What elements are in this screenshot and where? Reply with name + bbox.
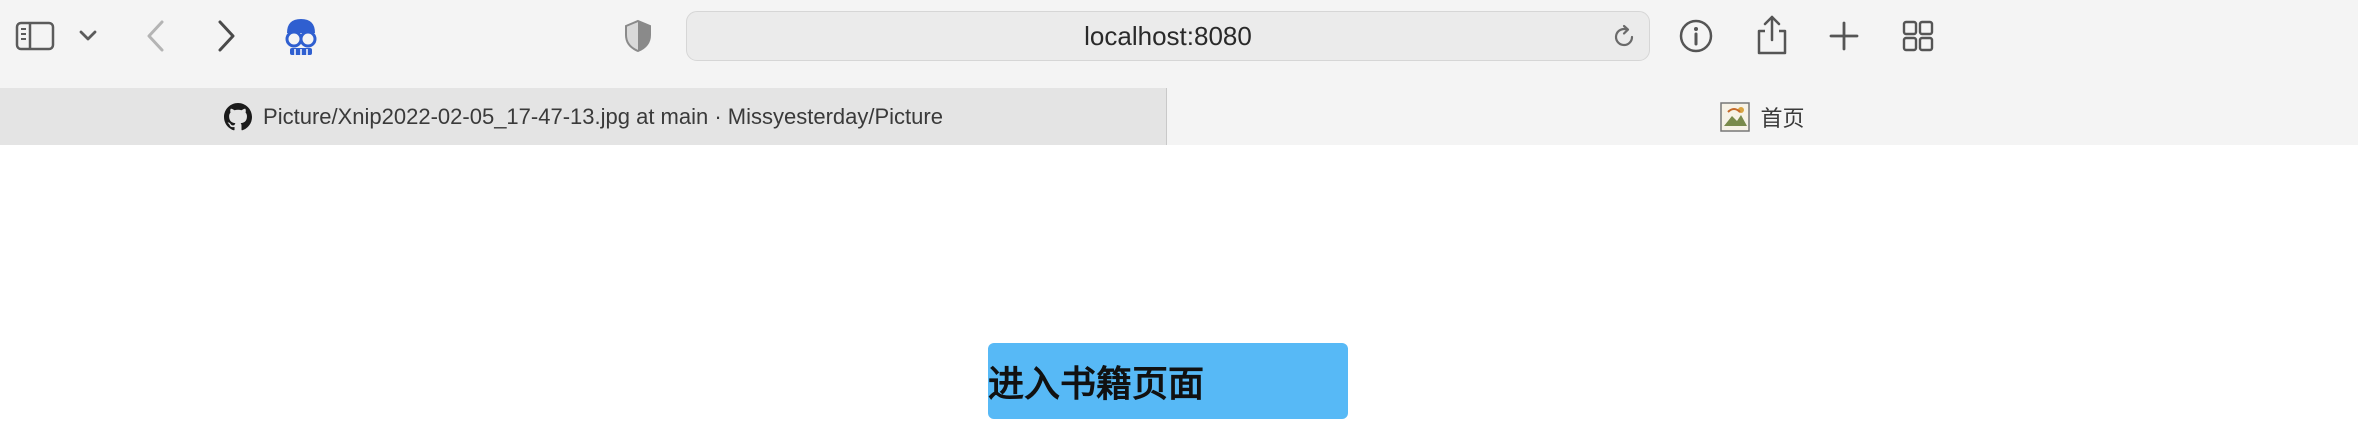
enter-books-page-button[interactable]: 进入书籍页面 [988, 343, 1348, 419]
page-favicon-icon [1720, 101, 1751, 132]
tab-github-picture[interactable]: Picture/Xnip2022-02-05_17-47-13.jpg at m… [0, 88, 1167, 145]
info-icon[interactable] [1676, 16, 1716, 56]
tab-title: 首页 [1760, 105, 1805, 131]
address-text[interactable]: localhost:8080 [687, 12, 1649, 60]
forward-arrow-icon[interactable] [212, 16, 242, 56]
extension-mascot-icon[interactable] [280, 14, 322, 58]
tab-title: Picture/Xnip2022-02-05_17-47-13.jpg at m… [263, 103, 943, 129]
plus-icon[interactable] [1826, 18, 1862, 54]
back-arrow-icon[interactable] [140, 16, 170, 56]
browser-toolbar: localhost:8080 [0, 0, 2358, 88]
tab-home[interactable]: 首页 [1167, 88, 2358, 145]
share-icon[interactable] [1752, 12, 1792, 58]
tab-bar: Picture/Xnip2022-02-05_17-47-13.jpg at m… [0, 88, 2358, 145]
sidebar-icon[interactable] [14, 18, 56, 54]
chevron-down-icon[interactable] [76, 26, 100, 46]
grid-icon[interactable] [1900, 18, 1936, 54]
address-bar[interactable]: localhost:8080 [686, 11, 1650, 61]
shield-icon[interactable] [622, 16, 654, 56]
reload-icon[interactable] [1609, 22, 1639, 52]
github-icon [223, 102, 253, 132]
page-content: 进入书籍页面 [0, 146, 2358, 438]
